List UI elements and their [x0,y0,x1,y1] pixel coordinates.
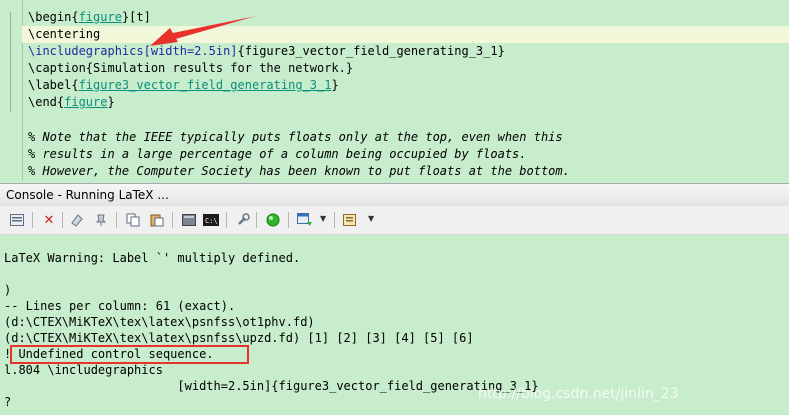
editor-line[interactable]: \begin{figure}[t] [28,9,151,26]
error-highlight-box [10,345,249,364]
toolbar-separator [288,212,289,228]
latex-editor[interactable]: \begin{figure}[t] \centering \includegra… [0,0,789,180]
toolbar-separator [116,212,117,228]
fold-guide [10,12,11,112]
editor-comment-line[interactable]: % Note that the IEEE typically puts floa… [28,129,563,146]
clear-icon[interactable] [68,211,86,229]
open-console-icon[interactable] [296,211,314,229]
toolbar-separator [334,212,335,228]
console-line: ) [4,283,12,297]
toolbar-separator [256,212,257,228]
editor-line[interactable]: \caption{Simulation results for the netw… [28,60,353,77]
chevron-down-icon[interactable]: ▼ [368,214,374,223]
svg-text:C:\: C:\ [205,217,218,225]
copy-icon[interactable] [124,211,142,229]
console-output[interactable]: LaTeX Warning: Label `' multiply defined… [0,235,789,415]
console-title: Console - Running LaTeX ... [6,188,169,202]
editor-line[interactable]: \end{figure} [28,94,115,111]
display-selected-console-icon[interactable] [342,211,360,229]
console-window-icon[interactable] [8,211,26,229]
display-icon[interactable] [180,211,198,229]
close-icon[interactable]: ✕ [40,211,58,229]
toolbar-separator [32,212,33,228]
console-line: l.804 \includegraphics [4,363,163,377]
console-view-header: Console - Running LaTeX ... [0,183,789,207]
toolbar-separator [226,212,227,228]
terminal-icon[interactable]: C:\ [202,211,220,229]
console-line: (d:\CTEX\MiKTeX\tex\latex\psnfss\upzd.fd… [4,331,474,345]
console-prompt[interactable]: ? [4,394,11,410]
console-line: LaTeX Warning: Label `' multiply defined… [4,251,301,265]
watermark: http://blog.csdn.net/jinlin_23 [478,386,679,402]
editor-comment-line[interactable]: % However, the Computer Society has been… [28,163,570,180]
console-line: (d:\CTEX\MiKTeX\tex\latex\psnfss\ot1phv.… [4,315,315,329]
paste-icon[interactable] [148,211,166,229]
console-toolbar: ✕ C:\ ▼ ▼ [0,206,789,235]
console-line: -- Lines per column: 61 (exact). [4,299,236,313]
editor-line[interactable]: \includegraphics[width=2.5in]{figure3_ve… [28,43,505,60]
chevron-down-icon[interactable]: ▼ [320,214,326,223]
toolbar-separator [172,212,173,228]
editor-line-current[interactable]: \centering [22,26,789,43]
console-line: [width=2.5in]{figure3_vector_field_gener… [4,379,539,393]
editor-comment-line[interactable]: % results in a large percentage of a col… [28,146,527,163]
editor-line[interactable]: \label{figure3_vector_field_generating_3… [28,77,339,94]
wrench-icon[interactable] [234,211,252,229]
pin-icon[interactable] [92,211,110,229]
editor-gutter [0,0,23,180]
toolbar-separator [62,212,63,228]
run-icon[interactable] [264,211,282,229]
